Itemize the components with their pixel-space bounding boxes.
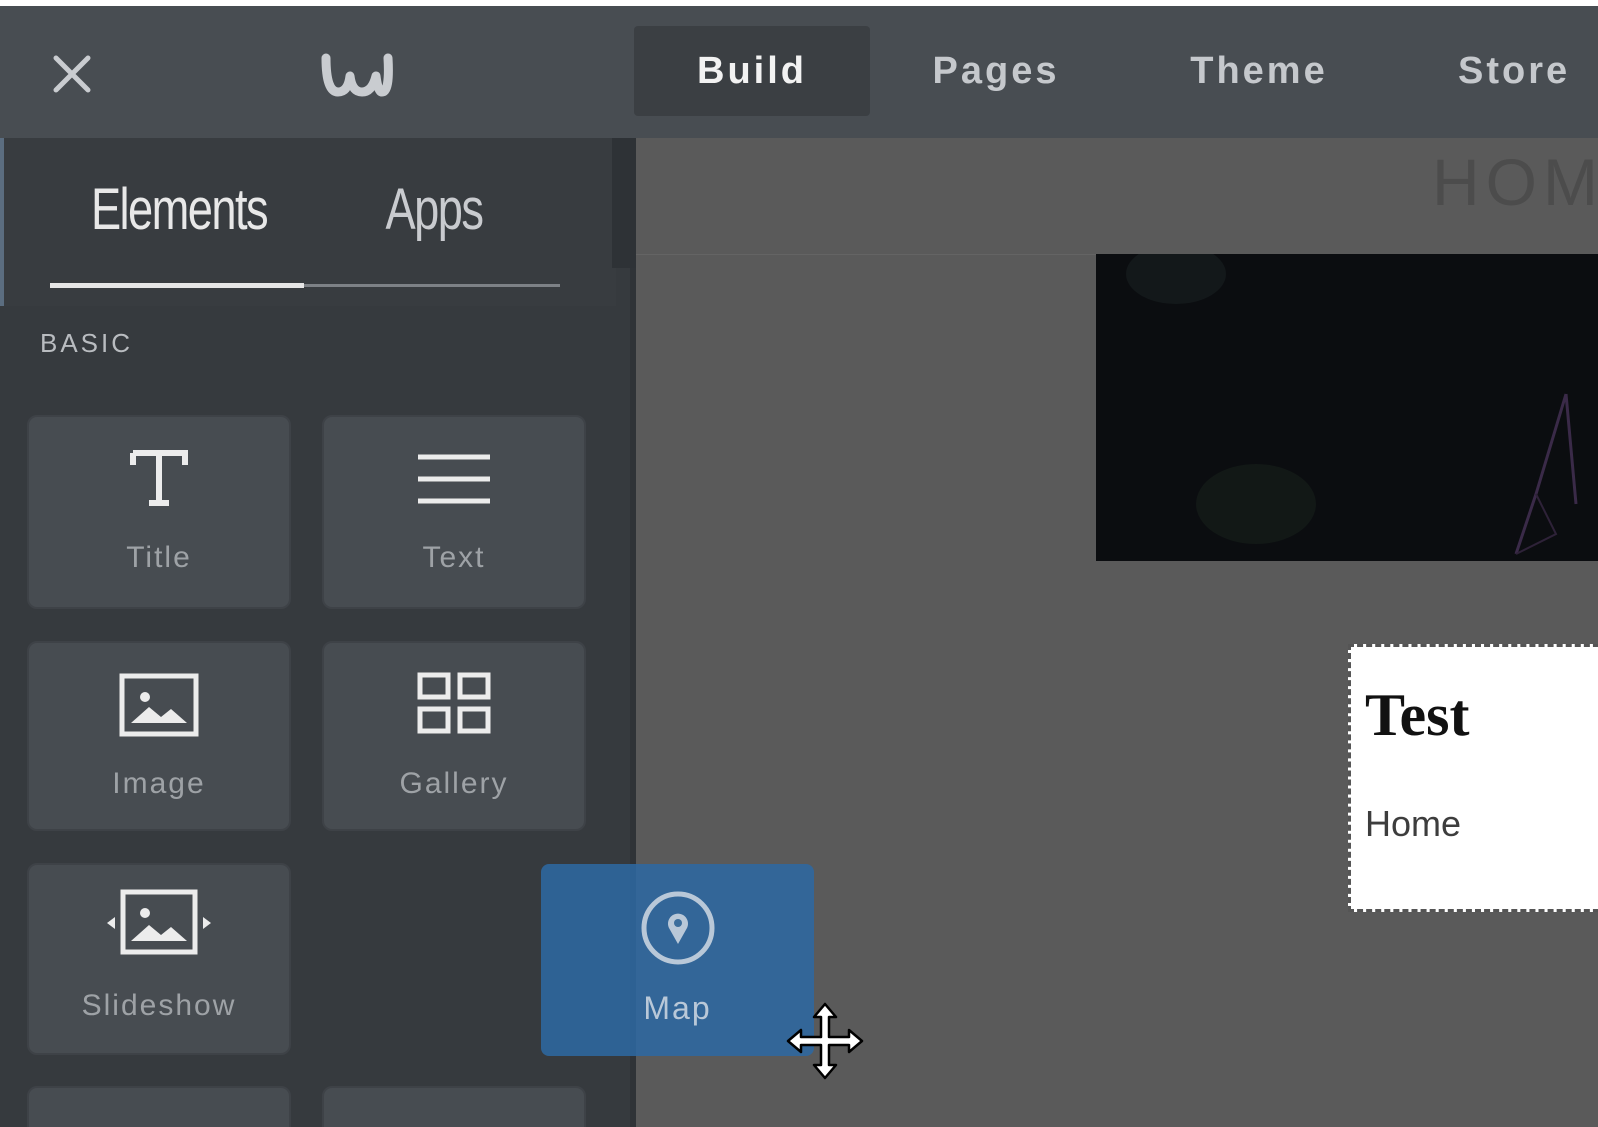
- hero-image[interactable]: [1096, 254, 1598, 561]
- gallery-icon: [324, 671, 584, 735]
- logo-icon: [321, 53, 393, 97]
- tab-apps[interactable]: Apps: [356, 164, 512, 254]
- tile-label: Gallery: [399, 767, 509, 800]
- tab-store[interactable]: Store: [1430, 26, 1598, 116]
- element-tile-slideshow[interactable]: Slideshow: [27, 863, 291, 1055]
- top-bar: Build Pages Theme Store: [0, 6, 1598, 138]
- sidebar-tabs: Elements Apps: [0, 138, 616, 306]
- tile-label: Title: [126, 541, 192, 574]
- tab-pages[interactable]: Pages: [880, 26, 1112, 116]
- hero-image-graphic: [1126, 254, 1578, 555]
- move-cursor-icon: [786, 1002, 864, 1080]
- slideshow-icon: [29, 889, 289, 957]
- content-text[interactable]: Home: [1365, 803, 1461, 845]
- editor-window: Build Pages Theme Store Elements Apps BA…: [0, 6, 1598, 1127]
- tab-build[interactable]: Build: [634, 26, 870, 116]
- weebly-logo[interactable]: [318, 44, 396, 104]
- tab-theme[interactable]: Theme: [1140, 26, 1378, 116]
- content-block[interactable]: Test Home: [1348, 644, 1598, 912]
- tile-label: Slideshow: [81, 989, 237, 1022]
- site-title: HOM: [1432, 145, 1598, 219]
- tab-underline-active: [50, 283, 304, 288]
- element-tile-image[interactable]: Image: [27, 641, 291, 831]
- tile-label: Text: [422, 541, 486, 574]
- close-button[interactable]: [44, 46, 100, 102]
- section-label-basic: BASIC: [40, 328, 134, 358]
- scrollbar-thumb[interactable]: [612, 138, 636, 268]
- element-tile-text[interactable]: Text: [322, 415, 586, 609]
- content-title[interactable]: Test: [1365, 681, 1469, 750]
- element-tile-partial[interactable]: [27, 1086, 291, 1127]
- image-icon: [29, 673, 289, 737]
- element-tile-title[interactable]: Title: [27, 415, 291, 609]
- dragged-map-tile[interactable]: Map: [541, 864, 814, 1056]
- element-tile-gallery[interactable]: Gallery: [322, 641, 586, 831]
- close-icon: [53, 55, 91, 93]
- title-icon: [29, 449, 289, 509]
- tile-label: Image: [112, 767, 206, 800]
- element-tile-partial[interactable]: [322, 1086, 586, 1127]
- map-pin-icon: [541, 888, 814, 968]
- tab-elements[interactable]: Elements: [89, 164, 269, 254]
- text-icon: [324, 453, 584, 505]
- tile-label: Map: [643, 990, 712, 1026]
